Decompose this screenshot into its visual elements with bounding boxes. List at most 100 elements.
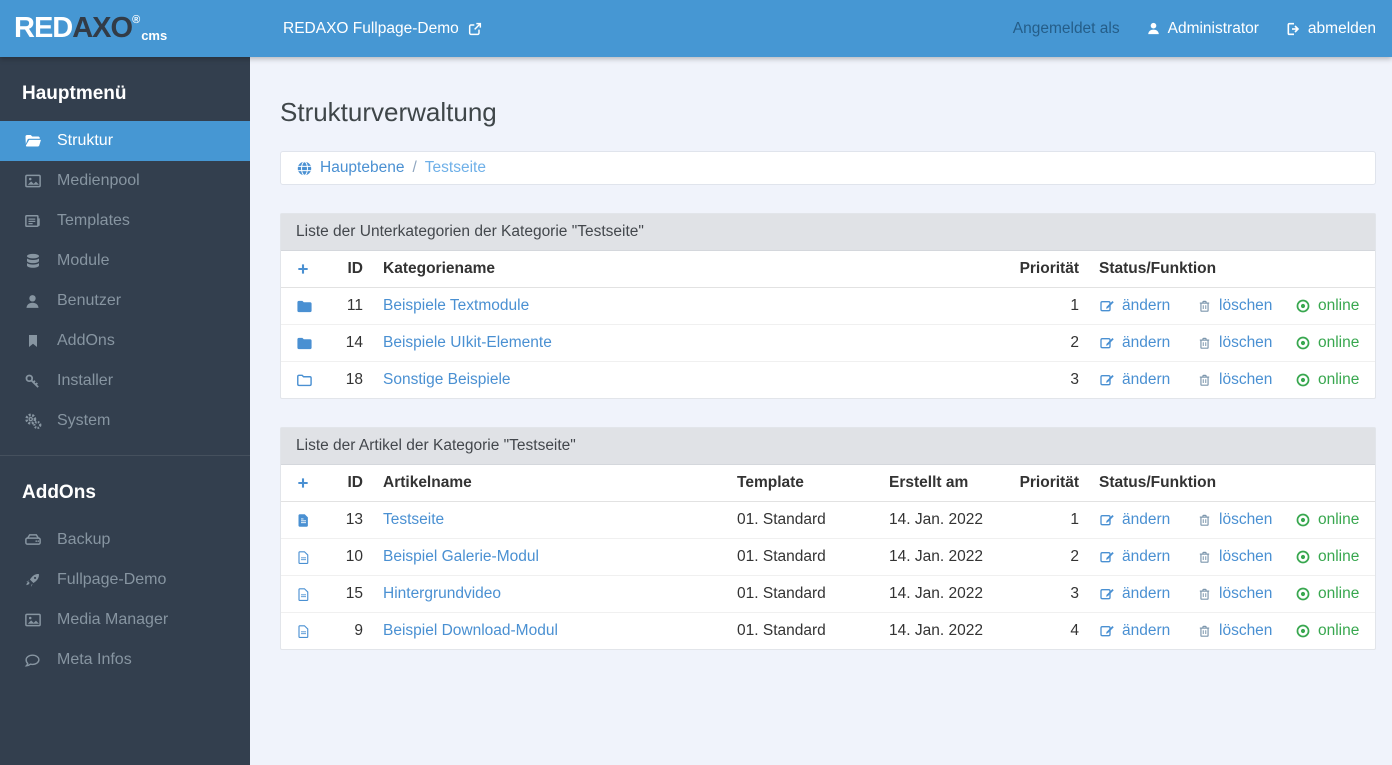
file-outline-icon[interactable] (296, 624, 319, 639)
category-link[interactable]: Beispiele Textmodule (383, 297, 529, 314)
article-id: 15 (329, 575, 373, 613)
bookmark-icon (23, 333, 42, 349)
edit-icon (1099, 298, 1115, 314)
image-icon (23, 611, 42, 629)
categories-table: ID Kategoriename Priorität Status/Funkti… (281, 251, 1375, 398)
column-header-status: Status/Funktion (1089, 251, 1375, 288)
article-link[interactable]: Hintergrundvideo (383, 585, 501, 602)
edit-button[interactable]: ändern (1099, 548, 1197, 566)
article-link[interactable]: Beispiel Galerie-Modul (383, 548, 539, 565)
column-header-status: Status/Funktion (1089, 465, 1375, 502)
edit-icon (1099, 549, 1115, 565)
table-row: 10 Beispiel Galerie-Modul 01. Standard 1… (281, 538, 1375, 576)
online-status-button[interactable]: online (1295, 622, 1359, 640)
article-link[interactable]: Testseite (383, 511, 444, 528)
article-created: 14. Jan. 2022 (889, 622, 983, 639)
table-row: 14 Beispiele UIkit-Elemente 2 ändern lös… (281, 324, 1375, 362)
edit-button[interactable]: ändern (1099, 334, 1197, 352)
hdd-icon (23, 531, 42, 549)
table-row: 9 Beispiel Download-Modul 01. Standard 1… (281, 613, 1375, 650)
edit-button[interactable]: ändern (1099, 511, 1197, 529)
article-created: 14. Jan. 2022 (879, 575, 1007, 613)
sidebar-item-addons[interactable]: AddOns (0, 321, 250, 361)
delete-button[interactable]: löschen (1197, 622, 1295, 640)
sidebar-item-benutzer[interactable]: Benutzer (0, 281, 250, 321)
categories-panel-title: Liste der Unterkategorien der Kategorie … (281, 214, 1375, 251)
sidebar-item-templates[interactable]: Templates (0, 201, 250, 241)
folder-solid-icon[interactable] (296, 298, 319, 315)
online-status-button[interactable]: online (1295, 585, 1359, 603)
logo-registered-mark: ® (132, 14, 141, 26)
edit-button[interactable]: ändern (1099, 371, 1197, 389)
delete-button[interactable]: löschen (1197, 585, 1295, 603)
sidebar-item-label: AddOns (57, 332, 115, 349)
dot-circle-icon (1295, 372, 1311, 388)
sidebar-item-medienpool[interactable]: Medienpool (0, 161, 250, 201)
sidebar-item-system[interactable]: System (0, 401, 250, 441)
article-priority: 2 (1007, 538, 1089, 576)
user-menu[interactable]: Administrator (1146, 20, 1259, 38)
file-outline-icon[interactable] (296, 587, 319, 602)
delete-button[interactable]: löschen (1197, 334, 1295, 352)
logout-button[interactable]: abmelden (1285, 20, 1376, 38)
folder-outline-icon[interactable] (296, 372, 319, 389)
sidebar-item-module[interactable]: Module (0, 241, 250, 281)
article-link[interactable]: Beispiel Download-Modul (383, 622, 558, 639)
user-name: Administrator (1167, 19, 1259, 37)
main-content: Strukturverwaltung Hauptebene / Testseit… (250, 57, 1392, 765)
online-status-button[interactable]: online (1295, 297, 1359, 315)
edit-icon (1099, 586, 1115, 602)
site-link[interactable]: REDAXO Fullpage-Demo (283, 20, 483, 38)
sidebar-item-label: Module (57, 252, 110, 269)
online-status-button[interactable]: online (1295, 371, 1359, 389)
dot-circle-icon (1295, 549, 1311, 565)
delete-button[interactable]: löschen (1197, 297, 1295, 315)
trash-icon (1197, 513, 1212, 528)
delete-button[interactable]: löschen (1197, 511, 1295, 529)
add-category-button[interactable] (296, 262, 319, 276)
redaxo-logo[interactable]: RED AXO ® cms (0, 0, 250, 57)
article-created: 14. Jan. 2022 (879, 501, 1007, 539)
edit-button[interactable]: ändern (1099, 585, 1197, 603)
delete-button[interactable]: löschen (1197, 548, 1295, 566)
sidebar-item-fullpage-demo[interactable]: Fullpage-Demo (0, 560, 250, 600)
add-article-button[interactable] (296, 476, 319, 490)
folder-solid-icon[interactable] (296, 335, 319, 352)
table-header-row: ID Artikelname Template Erstellt am Prio… (281, 465, 1375, 502)
article-priority: 3 (1007, 575, 1089, 613)
logo-cms: cms (141, 28, 168, 43)
edit-button[interactable]: ändern (1099, 297, 1197, 315)
external-link-icon (467, 21, 483, 37)
trash-icon (1197, 373, 1212, 388)
category-link[interactable]: Sonstige Beispiele (383, 371, 511, 388)
delete-button[interactable]: löschen (1197, 371, 1295, 389)
image-icon (23, 172, 42, 190)
dot-circle-icon (1295, 512, 1311, 528)
rocket-icon (23, 572, 42, 589)
article-id: 13 (329, 501, 373, 539)
online-status-button[interactable]: online (1295, 548, 1359, 566)
column-header-created: Erstellt am (879, 465, 1007, 502)
breadcrumb-root[interactable]: Hauptebene (296, 159, 404, 177)
sidebar-item-meta-infos[interactable]: Meta Infos (0, 640, 250, 680)
column-header-id: ID (329, 465, 373, 502)
dot-circle-icon (1295, 298, 1311, 314)
breadcrumb-current[interactable]: Testseite (425, 159, 486, 177)
category-link[interactable]: Beispiele UIkit-Elemente (383, 334, 552, 351)
column-header-name: Artikelname (373, 465, 727, 502)
sidebar-item-struktur[interactable]: Struktur (0, 121, 250, 161)
file-solid-icon[interactable] (296, 513, 319, 528)
sidebar-item-media-manager[interactable]: Media Manager (0, 600, 250, 640)
article-id: 10 (329, 538, 373, 576)
category-id: 18 (345, 371, 363, 388)
online-status-button[interactable]: online (1295, 334, 1359, 352)
online-status-button[interactable]: online (1295, 511, 1359, 529)
file-outline-icon[interactable] (296, 550, 319, 565)
edit-button[interactable]: ändern (1099, 622, 1197, 640)
column-header-template: Template (727, 465, 879, 502)
sidebar-item-backup[interactable]: Backup (0, 520, 250, 560)
sidebar-item-label: Backup (57, 531, 111, 548)
sidebar-item-installer[interactable]: Installer (0, 361, 250, 401)
cogs-icon (23, 412, 42, 430)
trash-icon (1197, 336, 1212, 351)
